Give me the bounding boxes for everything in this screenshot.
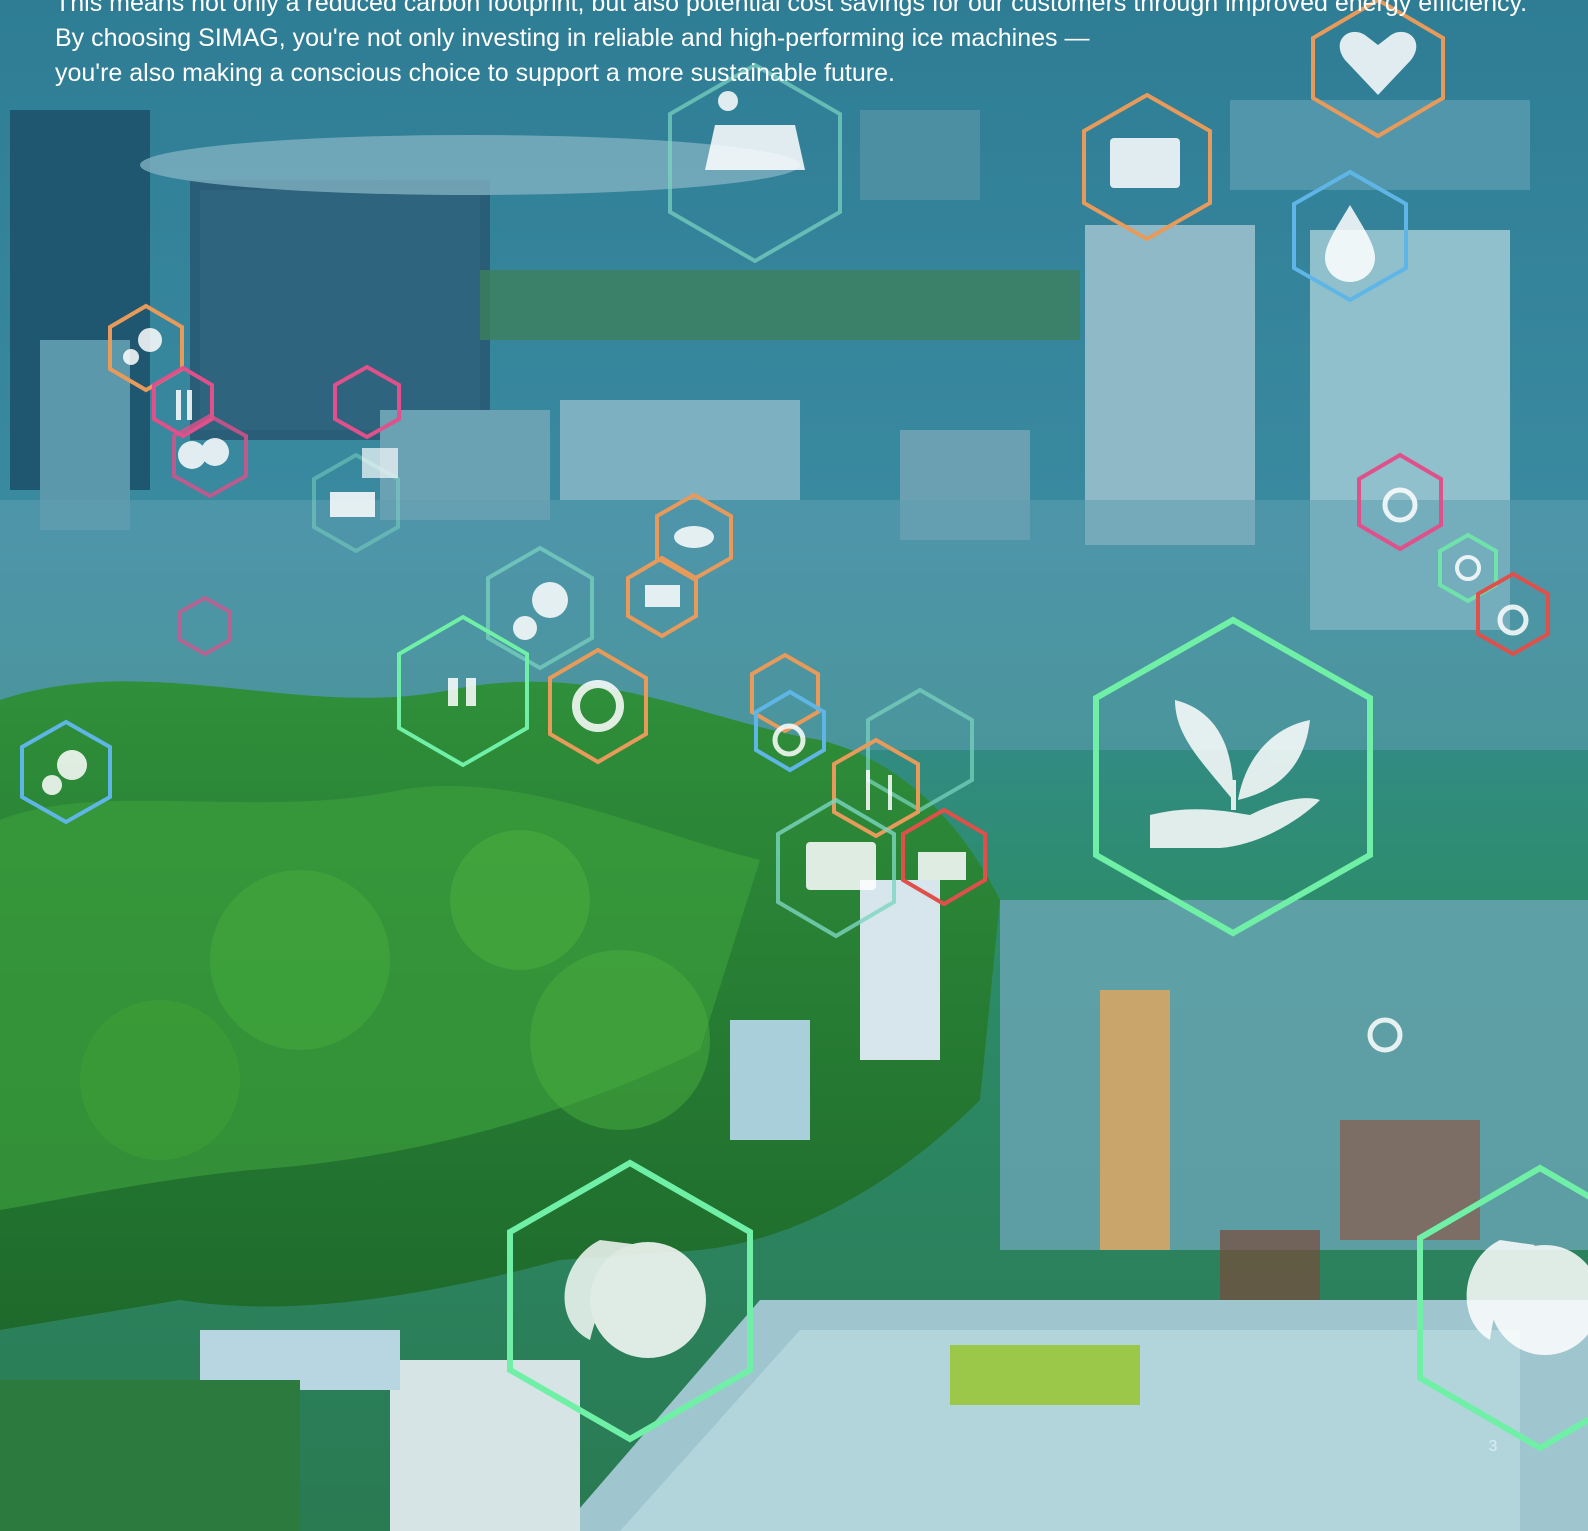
wind-turbine-icon <box>866 770 892 810</box>
wheelchair-icon-3 <box>1497 604 1529 636</box>
factory-icon <box>645 585 680 607</box>
wheelchair-icon-4 <box>1367 1017 1403 1053</box>
growth-chart-icon <box>362 448 398 478</box>
solar-panel-icon-2 <box>330 492 375 517</box>
book-icon-2 <box>806 842 876 890</box>
water-drop-icon <box>1325 205 1375 282</box>
book-icon <box>1110 138 1180 188</box>
family-icon <box>448 678 476 706</box>
eco-globe-icon-right <box>1466 1240 1588 1355</box>
handshake-icon <box>674 526 714 548</box>
solar-panel-icon <box>705 91 805 170</box>
hexagon-icons-overlay <box>20 0 1588 1452</box>
plant-hexagon <box>1093 616 1373 937</box>
page-number: 3 <box>1488 1438 1498 1455</box>
wheelchair-icon-2 <box>1382 487 1418 523</box>
gears-icon <box>123 328 162 365</box>
gears-icon-2 <box>513 582 568 640</box>
paragraph-line-2: By choosing SIMAG, you're not only inves… <box>55 24 1090 52</box>
plant-in-hand-icon <box>1150 700 1320 848</box>
eco-globe-icon <box>564 1240 706 1358</box>
recycle-icon <box>572 680 624 732</box>
paragraph-line-3: you're also making a conscious choice to… <box>55 59 895 87</box>
solar-panel-icon-3 <box>918 852 966 880</box>
paragraph-line-1: This means not only a reduced carbon foo… <box>55 0 1528 17</box>
trees-icon <box>178 438 229 469</box>
sustainability-paragraph: This means not only a reduced carbon foo… <box>55 0 1555 91</box>
food-icon <box>176 390 192 420</box>
gears-icon-3 <box>42 750 87 795</box>
brochure-page: This means not only a reduced carbon foo… <box>0 0 1588 1531</box>
recycle-icon-2 <box>1455 555 1481 581</box>
